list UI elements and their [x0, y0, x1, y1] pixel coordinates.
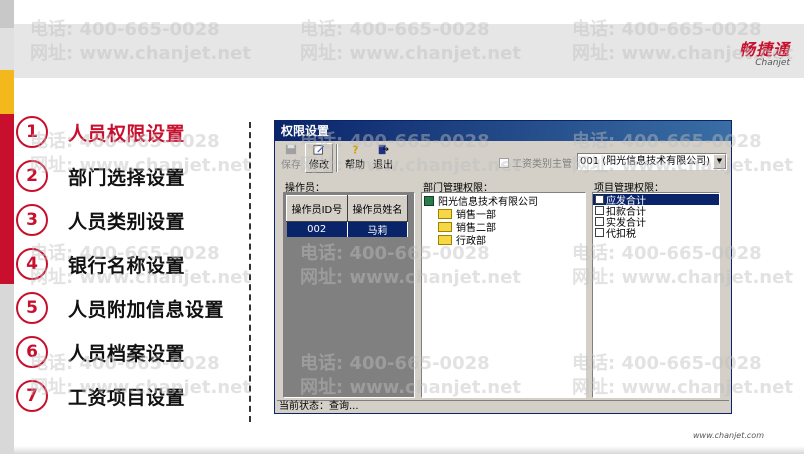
operator-table: 操作员ID号 操作员姓名 002 马莉 — [286, 195, 409, 237]
menu-item-5[interactable]: 5 人员附加信息设置 — [16, 286, 246, 330]
svg-text:?: ? — [352, 145, 358, 155]
brand-name: 畅捷通 — [738, 40, 790, 59]
side-stripe-light — [0, 28, 14, 70]
operator-list: 操作员ID号 操作员姓名 002 马莉 — [283, 192, 415, 398]
side-stripe-yellow — [0, 70, 14, 114]
checkbox-box — [499, 157, 509, 168]
folder-icon — [438, 234, 452, 245]
folder-icon — [438, 208, 452, 219]
checkbox-label: 工资类别主管 — [512, 159, 572, 170]
edit-button-label: 修改 — [309, 160, 329, 171]
checkbox[interactable] — [595, 228, 604, 237]
checkbox[interactable] — [595, 217, 604, 226]
checkbox[interactable] — [595, 206, 604, 215]
project-list: 应发合计 扣款合计 实发合计 代扣税 — [592, 192, 720, 398]
header-bar — [14, 24, 804, 78]
step-number-badge: 7 — [16, 380, 48, 412]
menu-item-label: 人员附加信息设置 — [68, 298, 225, 321]
settings-menu: 1 人员权限设置 2 部门选择设置 3 人员类别设置 4 银行名称设置 5 人员… — [16, 110, 246, 418]
floppy-icon — [285, 144, 297, 155]
help-icon: ? — [352, 145, 358, 155]
step-number-badge: 6 — [16, 336, 48, 368]
column-header-operator-id[interactable]: 操作员ID号 — [286, 195, 348, 222]
menu-item-6[interactable]: 6 人员档案设置 — [16, 330, 246, 374]
company-icon — [424, 195, 434, 206]
menu-item-label: 人员权限设置 — [68, 122, 186, 145]
account-select[interactable]: 001 (阳光信息技术有限公司) ▼ — [577, 153, 727, 170]
list-item[interactable]: 代扣税 — [593, 227, 719, 240]
menu-item-label: 工资项目设置 — [68, 386, 186, 409]
save-button[interactable]: 保存 — [277, 143, 305, 173]
side-stripe-red — [0, 114, 14, 284]
menu-item-1[interactable]: 1 人员权限设置 — [16, 110, 246, 154]
column-header-operator-name[interactable]: 操作员姓名 — [346, 195, 409, 222]
account-select-value: 001 (阳光信息技术有限公司) — [580, 156, 711, 167]
menu-item-label: 人员档案设置 — [68, 342, 186, 365]
menu-item-7[interactable]: 7 工资项目设置 — [16, 374, 246, 418]
menu-item-label: 部门选择设置 — [68, 166, 186, 189]
operator-name-cell: 马莉 — [347, 221, 409, 237]
window-title: 权限设置 — [275, 121, 731, 141]
step-number-badge: 1 — [16, 116, 48, 148]
menu-item-4[interactable]: 4 银行名称设置 — [16, 242, 246, 286]
menu-item-label: 银行名称设置 — [68, 254, 186, 277]
brand-logo: 畅捷通 Chanjet — [739, 36, 790, 68]
menu-item-2[interactable]: 2 部门选择设置 — [16, 154, 246, 198]
step-number-badge: 4 — [16, 248, 48, 280]
list-item-label: 代扣税 — [606, 229, 636, 240]
step-number-badge: 5 — [16, 292, 48, 324]
menu-item-label: 人员类别设置 — [68, 210, 186, 233]
step-number-badge: 3 — [16, 204, 48, 236]
help-button-label: 帮助 — [345, 160, 365, 171]
tree-item-label: 行政部 — [456, 236, 486, 247]
checkbox[interactable] — [595, 195, 604, 204]
tree-item[interactable]: 销售一部 — [422, 207, 585, 221]
edit-button[interactable]: 修改 — [305, 143, 333, 173]
side-stripe-bottom — [0, 284, 14, 454]
folder-icon — [438, 221, 452, 232]
save-button-label: 保存 — [281, 160, 301, 171]
salary-manager-checkbox[interactable]: 工资类别主管 — [499, 155, 572, 170]
dashed-divider — [249, 122, 251, 422]
window-toolbar: 保存 修改 ? 帮助 退出 — [277, 143, 397, 175]
side-stripe-gray — [0, 0, 14, 28]
table-row[interactable]: 002 马莉 — [286, 221, 409, 237]
step-number-badge: 2 — [16, 160, 48, 192]
bottom-shadow — [14, 446, 804, 454]
exit-door-icon — [378, 144, 389, 155]
menu-item-3[interactable]: 3 人员类别设置 — [16, 198, 246, 242]
tree-item[interactable]: 行政部 — [422, 233, 585, 247]
exit-button[interactable]: 退出 — [369, 143, 397, 173]
dept-tree: 阳光信息技术有限公司 销售一部 销售二部 行政部 — [421, 192, 586, 398]
exit-button-label: 退出 — [373, 160, 393, 171]
chevron-down-icon[interactable]: ▼ — [713, 154, 726, 169]
toolbar-separator — [336, 144, 338, 172]
permission-settings-window: 权限设置 保存 修改 ? 帮助 退出 工资类别主管 001 (阳光信息技术有限公… — [274, 120, 732, 414]
tree-item[interactable]: 销售二部 — [422, 220, 585, 234]
edit-icon — [313, 145, 325, 155]
operator-id-cell: 002 — [286, 221, 348, 237]
status-bar: 当前状态：查询... — [277, 400, 729, 412]
help-button[interactable]: ? 帮助 — [341, 143, 369, 173]
footer-url: www.chanjet.com — [692, 431, 764, 440]
tree-root[interactable]: 阳光信息技术有限公司 — [422, 194, 585, 208]
